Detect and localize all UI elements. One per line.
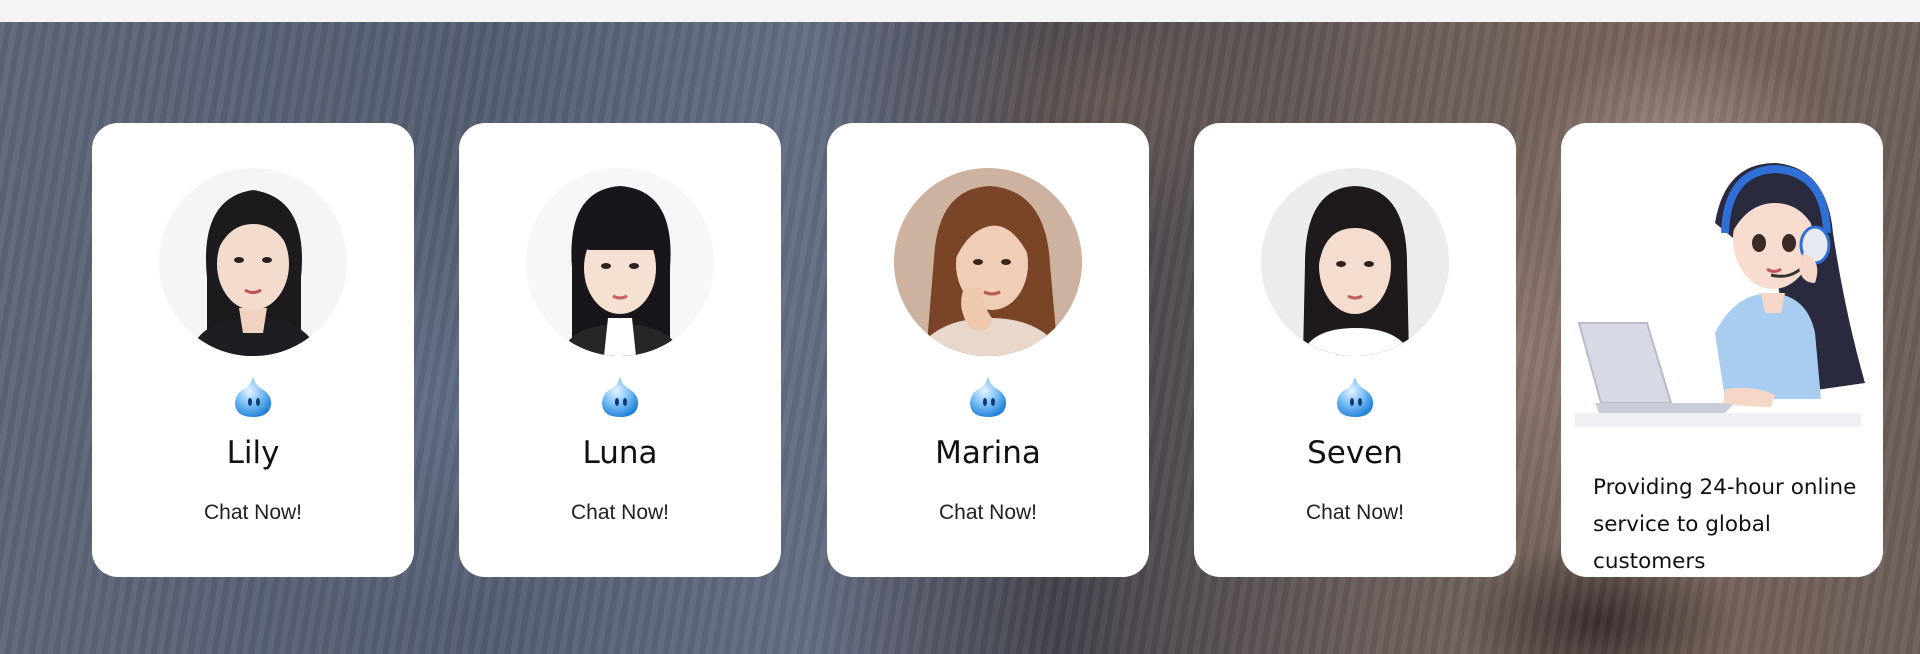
chat-now-link[interactable]: Chat Now!: [92, 501, 414, 525]
agent-card-luna[interactable]: Luna Chat Now!: [459, 123, 781, 577]
agent-name: Lily: [226, 435, 280, 471]
chat-bubble-icon[interactable]: [1334, 375, 1376, 419]
agent-card-lily[interactable]: Lily Chat Now!: [92, 123, 414, 577]
chat-now-link[interactable]: Chat Now!: [1194, 501, 1516, 525]
agent-name: Marina: [935, 435, 1041, 471]
chat-now-link[interactable]: Chat Now!: [459, 501, 781, 525]
agent-name: Luna: [582, 435, 658, 471]
chat-now-link[interactable]: Chat Now!: [827, 501, 1149, 525]
agent-avatar: [1261, 168, 1449, 356]
top-strip: [0, 0, 1920, 22]
chat-bubble-icon[interactable]: [232, 375, 274, 419]
agent-card-marina[interactable]: Marina Chat Now!: [827, 123, 1149, 577]
agent-avatar: [894, 168, 1082, 356]
support-agent-illustration: [1575, 163, 1865, 427]
support-promo-card[interactable]: Providing 24-hour online service to glob…: [1561, 123, 1883, 577]
chat-bubble-icon[interactable]: [599, 375, 641, 419]
agent-name: Seven: [1307, 435, 1403, 471]
agent-card-seven[interactable]: Seven Chat Now!: [1194, 123, 1516, 577]
chat-bubble-icon[interactable]: [967, 375, 1009, 419]
agent-avatar: [526, 168, 714, 356]
agent-avatar: [159, 168, 347, 356]
promo-text: Providing 24-hour online service to glob…: [1593, 475, 1857, 574]
